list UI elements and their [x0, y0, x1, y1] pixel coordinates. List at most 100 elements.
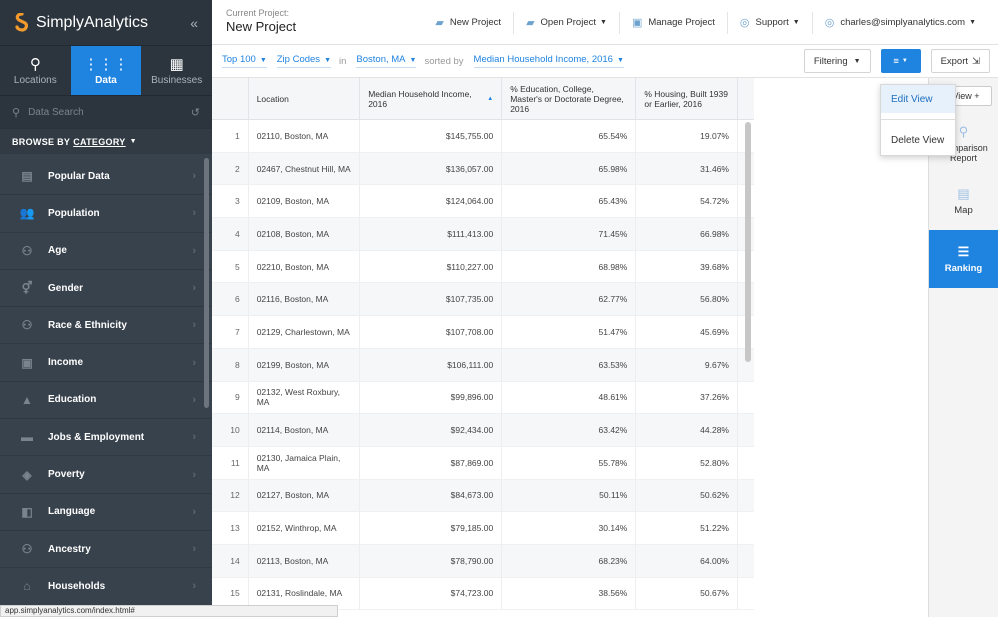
education-cell: 51.47%	[502, 316, 637, 348]
education-cell: 30.14%	[502, 512, 637, 544]
table-row[interactable]: 3 02109, Boston, MA $124,064.00 65.43% 54.72…	[212, 185, 754, 219]
category-gender[interactable]: ⚥ Gender ›	[0, 270, 212, 308]
location-dropdown[interactable]: Boston, MA ▼	[356, 54, 417, 68]
education-cell: 65.43%	[502, 185, 637, 218]
view-map[interactable]: ▤ Map	[929, 172, 998, 230]
education-cell: 63.42%	[502, 414, 637, 446]
geography-dropdown[interactable]: Zip Codes ▼	[276, 54, 331, 68]
menu-icon: ≡	[893, 55, 899, 67]
top-count-dropdown[interactable]: Top 100 ▼	[222, 54, 267, 68]
search-input[interactable]: Data Search	[28, 107, 84, 118]
education-cell: 50.11%	[502, 479, 637, 512]
category-label: Poverty	[48, 469, 85, 481]
view-toolbar: Top 100 ▼ Zip Codes ▼ in Boston, MA ▼ sorte…	[212, 45, 998, 78]
table-row[interactable]: 6 02116, Boston, MA $107,735.00 62.77% 56.80…	[212, 283, 754, 317]
mode-data[interactable]: ⋮⋮⋮ Data	[70, 46, 142, 95]
rank-cell: 3	[212, 185, 249, 218]
table-row[interactable]: 5 02210, Boston, MA $110,227.00 68.98% 39.68…	[212, 250, 754, 284]
header-education[interactable]: % Education, College, Master's or Doctor…	[502, 78, 637, 120]
table-row[interactable]: 12 02127, Boston, MA $84,673.00 50.11% 50.62…	[212, 479, 754, 513]
chevron-right-icon: ›	[192, 468, 196, 481]
table-row[interactable]: 14 02113, Boston, MA $78,790.00 68.23% 64.00…	[212, 544, 754, 578]
new-project-button[interactable]: ▰ New Project	[423, 11, 515, 34]
export-button[interactable]: Export ⇲	[930, 49, 990, 73]
poverty-icon: ◈	[22, 467, 32, 482]
location-cell: 02152, Winthrop, MA	[249, 512, 361, 544]
menu-divider	[881, 119, 955, 120]
category-education[interactable]: ▲ Education ›	[0, 382, 212, 420]
edit-view-item[interactable]: Edit View	[881, 85, 955, 113]
location-cell: 02130, Jamaica Plain, MA	[249, 446, 361, 479]
geography-label: Zip Codes	[276, 54, 321, 65]
education-cell: 63.53%	[502, 348, 637, 381]
history-icon[interactable]: ↺	[191, 106, 200, 119]
chevron-down-icon: ▼	[409, 57, 417, 64]
category-age[interactable]: ⚇ Age ›	[0, 233, 212, 270]
chevron-right-icon: ›	[192, 580, 196, 593]
table-scrollbar[interactable]	[745, 122, 751, 362]
category-poverty[interactable]: ◈ Poverty ›	[0, 456, 212, 494]
header-location[interactable]: Location	[249, 78, 361, 120]
delete-view-item[interactable]: Delete View	[881, 126, 955, 154]
category-race-ethnicity[interactable]: ⚇ Race & Ethnicity ›	[0, 307, 212, 345]
category-language[interactable]: ◧ Language ›	[0, 494, 212, 531]
table-row[interactable]: 7 02129, Charlestown, MA $107,708.00 51.47%…	[212, 316, 754, 349]
table-row[interactable]: 10 02114, Boston, MA $92,434.00 63.42% 44.28…	[212, 414, 754, 447]
new-view-label: View +	[952, 91, 980, 101]
mode-locations[interactable]: ⚲ Locations	[0, 46, 71, 95]
chevron-down-icon: ▼	[129, 138, 137, 145]
category-households[interactable]: ⌂ Households ›	[0, 568, 212, 606]
category-label: Jobs & Employment	[48, 431, 145, 443]
table-row[interactable]: 9 02132, West Roxbury, MA $99,896.00 48.61%…	[212, 381, 754, 415]
housing-cell: 44.28%	[636, 414, 738, 446]
filtering-button[interactable]: Filtering ▼	[803, 49, 871, 73]
category-ancestry[interactable]: ⚇ Ancestry ›	[0, 531, 212, 569]
income-cell: $136,057.00	[360, 152, 503, 185]
view-label: Map	[954, 205, 973, 216]
category-popular-data[interactable]: ▤ Popular Data ›	[0, 158, 212, 196]
education-cell: 48.61%	[502, 381, 637, 414]
table-row[interactable]: 11 02130, Jamaica Plain, MA $87,869.00 55.7…	[212, 446, 754, 480]
housing-cell: 45.69%	[636, 316, 738, 348]
housing-cell: 52.80%	[636, 446, 738, 479]
table-row[interactable]: 8 02199, Boston, MA $106,111.00 63.53% 9.67%	[212, 348, 754, 382]
chevron-down-icon: ▼	[792, 19, 800, 26]
sidebar: SimplyAnalytics « ⚲ Locations ⋮⋮⋮ Data ▦…	[0, 0, 212, 617]
header-label: Location	[256, 94, 289, 104]
view-menu-button[interactable]: ≡ ▼	[880, 49, 921, 73]
table-row[interactable]: 2 02467, Chestnut Hill, MA $136,057.00 65.9…	[212, 152, 754, 186]
rank-cell: 1	[212, 120, 249, 152]
browse-by-category[interactable]: BROWSE BY CATEGORY ▼	[0, 128, 212, 154]
sort-asc-icon: ▲	[487, 96, 494, 102]
housing-cell: 66.98%	[636, 218, 738, 250]
support-button[interactable]: ◎ Support ▼	[728, 11, 813, 34]
data-search[interactable]: ⚲ Data Search ↺	[0, 95, 212, 128]
collapse-sidebar-button[interactable]: «	[190, 15, 198, 31]
table-row[interactable]: 1 02110, Boston, MA $145,755.00 65.54% 19.07…	[212, 120, 754, 153]
sort-field-dropdown[interactable]: Median Household Income, 2016 ▼	[473, 54, 624, 68]
chevron-down-icon: ▼	[324, 57, 331, 64]
header-housing[interactable]: % Housing, Built 1939 or Earlier, 2016	[636, 78, 738, 120]
category-population[interactable]: 👥 Population ›	[0, 195, 212, 233]
education-cell: 62.77%	[502, 283, 637, 316]
education-cell: 38.56%	[502, 577, 637, 610]
income-cell: $87,869.00	[360, 446, 503, 479]
user-menu-button[interactable]: ◎ charles@simplyanalytics.com ▼	[813, 12, 988, 34]
header-median-income[interactable]: Median Household Income, 2016 ▲	[360, 78, 503, 120]
income-cell: $74,723.00	[360, 577, 503, 610]
sidebar-scrollbar[interactable]	[204, 158, 209, 408]
table-row[interactable]: 4 02108, Boston, MA $111,413.00 71.45% 66.98…	[212, 218, 754, 251]
income-cell: $145,755.00	[360, 120, 503, 152]
location-cell: 02127, Boston, MA	[249, 479, 361, 512]
mode-businesses[interactable]: ▦ Businesses	[141, 46, 212, 95]
category-income[interactable]: ▣ Income ›	[0, 344, 212, 382]
category-jobs-employment[interactable]: ▬ Jobs & Employment ›	[0, 419, 212, 457]
view-ranking[interactable]: ☰ Ranking	[929, 230, 998, 288]
browse-category-dropdown[interactable]: CATEGORY	[73, 137, 125, 147]
category-label: Income	[48, 357, 84, 369]
open-project-button[interactable]: ▰ Open Project ▼	[514, 11, 620, 34]
manage-project-button[interactable]: ▣ Manage Project	[620, 11, 728, 34]
chevron-right-icon: ›	[192, 431, 196, 444]
table-row[interactable]: 13 02152, Winthrop, MA $79,185.00 30.14% 51.…	[212, 512, 754, 545]
mode-label: Locations	[13, 75, 57, 86]
